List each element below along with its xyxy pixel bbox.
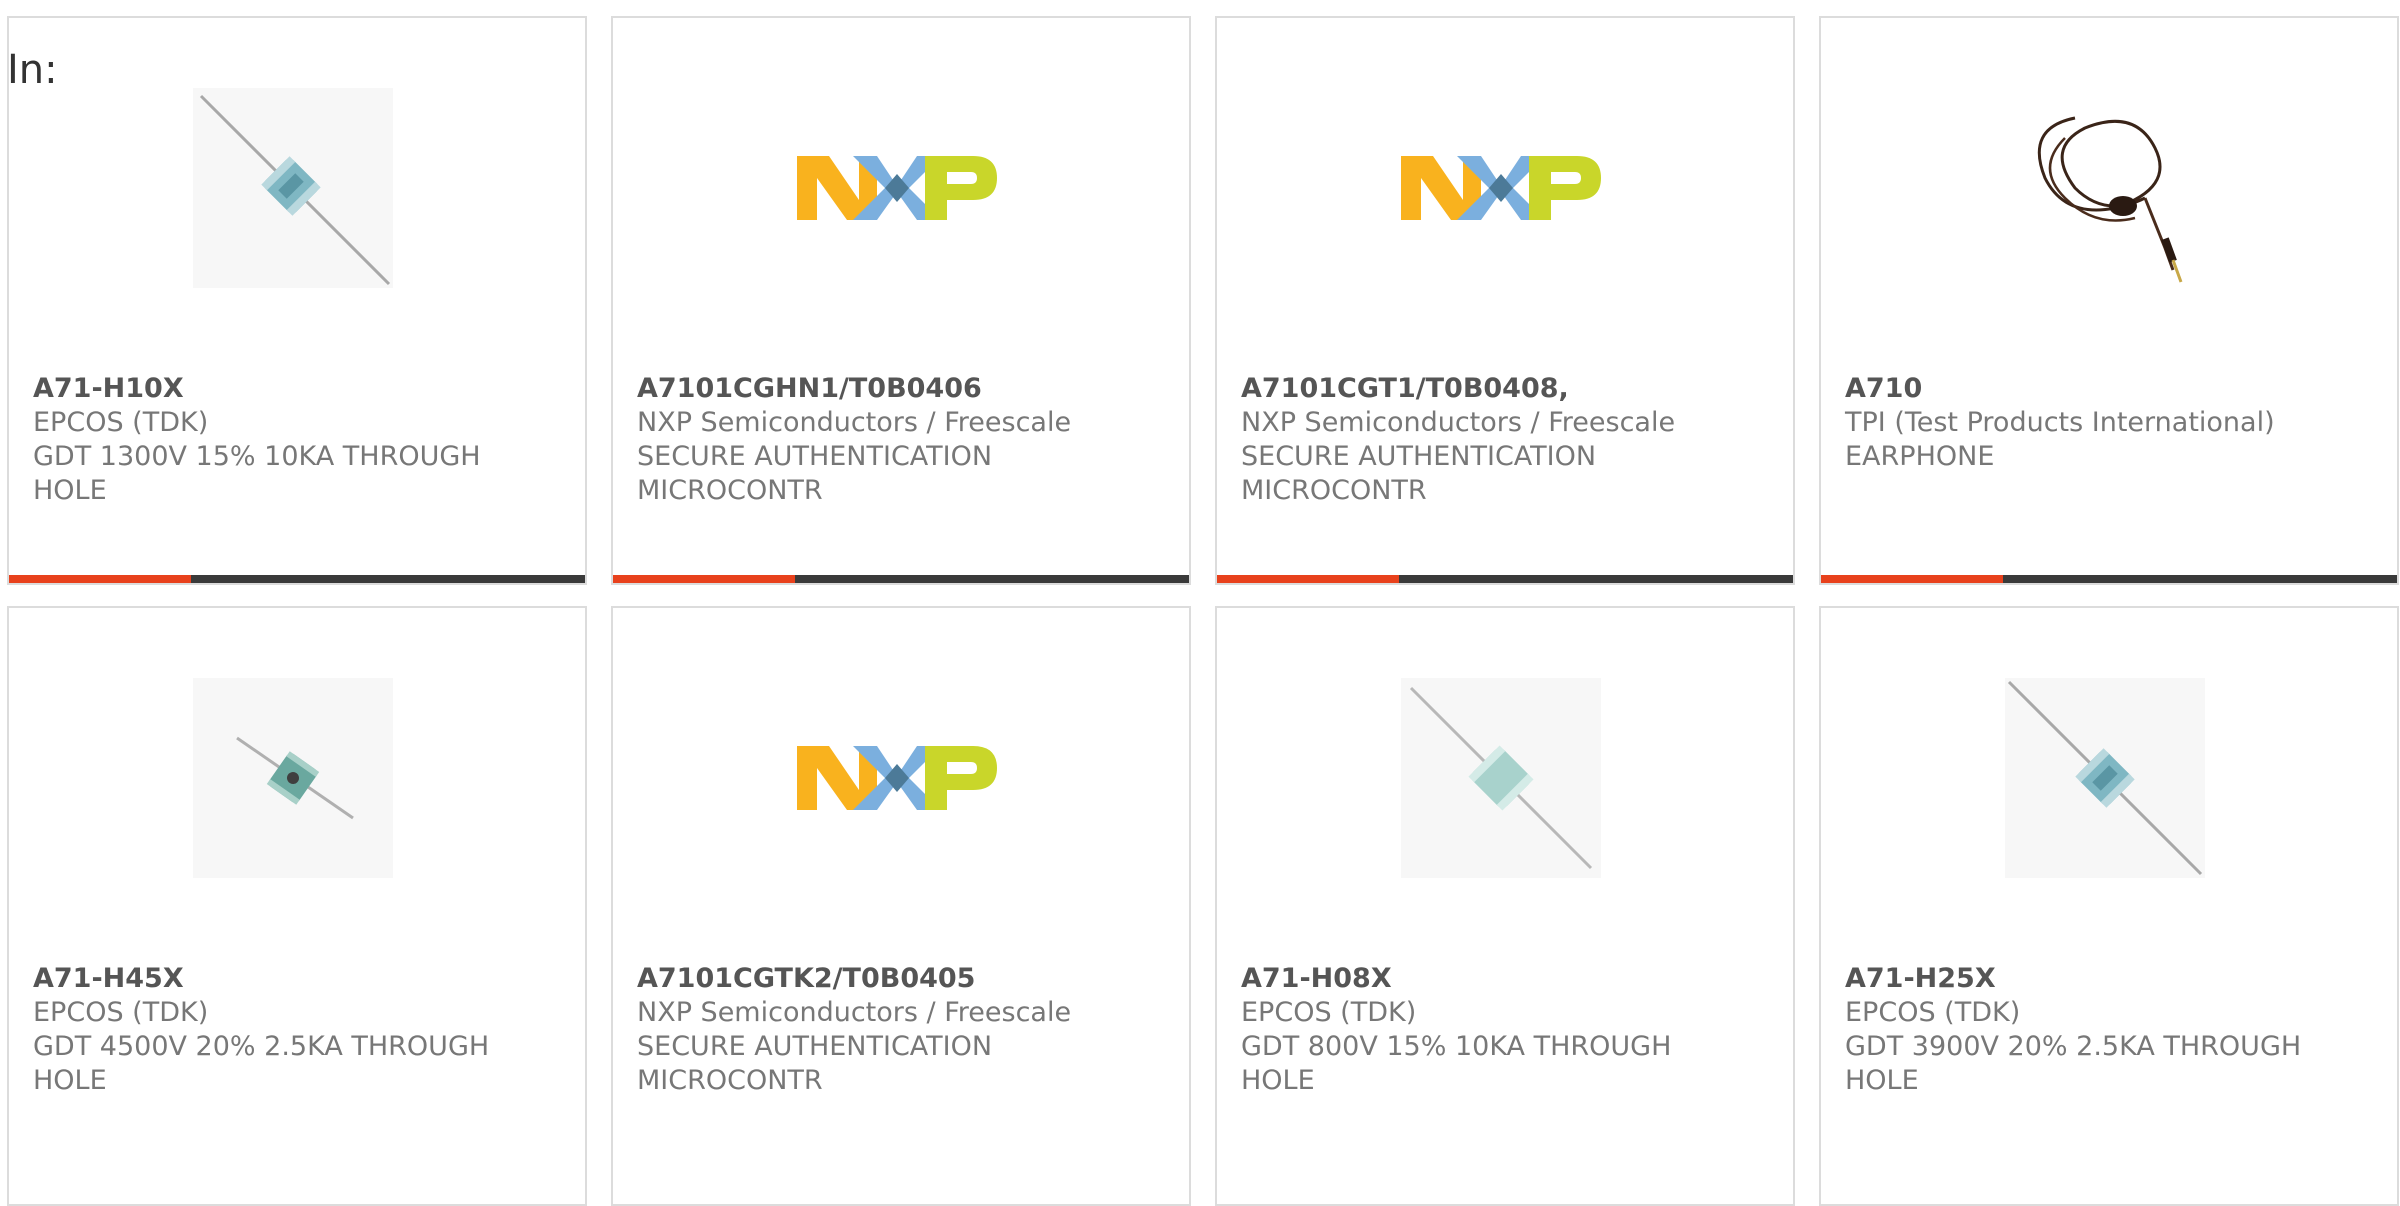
part-number[interactable]: A71-H25X — [1845, 962, 2305, 996]
manufacturer: NXP Semiconductors / Freescale — [637, 997, 1072, 1028]
nxp-logo-image — [797, 88, 997, 288]
manufacturer: NXP Semiconductors / Freescale — [1241, 407, 1676, 438]
filter-label: In: — [7, 47, 58, 93]
product-info: A71-H25X EPCOS (TDK) GDT 3900V 20% 2.5KA… — [1845, 962, 2305, 1098]
product-card[interactable]: A7101CGT1/T0B0408, NXP Semiconductors / … — [1215, 16, 1795, 585]
product-info: A71-H08X EPCOS (TDK) GDT 800V 15% 10KA T… — [1241, 962, 1701, 1098]
description: GDT 800V 15% 10KA THROUGH HOLE — [1241, 1031, 1672, 1096]
card-footer-bar — [613, 575, 1189, 583]
part-number[interactable]: A710 — [1845, 372, 2305, 406]
gas-discharge-tube-image — [193, 678, 393, 878]
card-footer-accent — [613, 575, 795, 583]
card-footer-accent — [1821, 575, 2003, 583]
description: GDT 1300V 15% 10KA THROUGH HOLE — [33, 441, 481, 506]
part-number[interactable]: A71-H08X — [1241, 962, 1701, 996]
part-number[interactable]: A7101CGHN1/T0B0406 — [637, 372, 1097, 406]
part-number[interactable]: A7101CGT1/T0B0408, — [1241, 372, 1701, 406]
description: GDT 4500V 20% 2.5KA THROUGH HOLE — [33, 1031, 490, 1096]
manufacturer: TPI (Test Products International) — [1845, 407, 2275, 438]
description: SECURE AUTHENTICATION MICROCONTR — [637, 1031, 993, 1096]
product-info: A7101CGT1/T0B0408, NXP Semiconductors / … — [1241, 372, 1701, 508]
manufacturer: NXP Semiconductors / Freescale — [637, 407, 1072, 438]
card-footer-accent — [9, 575, 191, 583]
description: SECURE AUTHENTICATION MICROCONTR — [637, 441, 993, 506]
product-card[interactable]: A71-H25X EPCOS (TDK) GDT 3900V 20% 2.5KA… — [1819, 606, 2399, 1206]
earphone-image — [2005, 88, 2205, 288]
card-footer-accent — [1217, 575, 1399, 583]
card-footer-bar — [1217, 575, 1793, 583]
nxp-logo-image — [797, 678, 997, 878]
gas-discharge-tube-image — [193, 88, 393, 288]
product-card[interactable]: A71-H08X EPCOS (TDK) GDT 800V 15% 10KA T… — [1215, 606, 1795, 1206]
description: GDT 3900V 20% 2.5KA THROUGH HOLE — [1845, 1031, 2302, 1096]
product-card[interactable]: A7101CGTK2/T0B0405 NXP Semiconductors / … — [611, 606, 1191, 1206]
product-card[interactable]: A71-H45X EPCOS (TDK) GDT 4500V 20% 2.5KA… — [7, 606, 587, 1206]
product-info: A710 TPI (Test Products International) E… — [1845, 372, 2305, 474]
product-card[interactable]: A7101CGHN1/T0B0406 NXP Semiconductors / … — [611, 16, 1191, 585]
manufacturer: EPCOS (TDK) — [1241, 997, 1417, 1028]
manufacturer: EPCOS (TDK) — [33, 997, 209, 1028]
product-info: A7101CGTK2/T0B0405 NXP Semiconductors / … — [637, 962, 1097, 1098]
product-info: A71-H45X EPCOS (TDK) GDT 4500V 20% 2.5KA… — [33, 962, 493, 1098]
manufacturer: EPCOS (TDK) — [33, 407, 209, 438]
manufacturer: EPCOS (TDK) — [1845, 997, 2021, 1028]
product-grid: A71-H10X EPCOS (TDK) GDT 1300V 15% 10KA … — [0, 0, 2400, 1206]
part-number[interactable]: A7101CGTK2/T0B0405 — [637, 962, 1097, 996]
description: EARPHONE — [1845, 441, 1995, 472]
product-card[interactable]: A710 TPI (Test Products International) E… — [1819, 16, 2399, 585]
card-footer-bar — [9, 575, 585, 583]
gas-discharge-tube-image — [2005, 678, 2205, 878]
card-footer-bar — [1821, 575, 2397, 583]
part-number[interactable]: A71-H45X — [33, 962, 493, 996]
product-info: A7101CGHN1/T0B0406 NXP Semiconductors / … — [637, 372, 1097, 508]
gas-discharge-tube-image — [1401, 678, 1601, 878]
nxp-logo-image — [1401, 88, 1601, 288]
product-card[interactable]: A71-H10X EPCOS (TDK) GDT 1300V 15% 10KA … — [7, 16, 587, 585]
part-number[interactable]: A71-H10X — [33, 372, 493, 406]
description: SECURE AUTHENTICATION MICROCONTR — [1241, 441, 1597, 506]
product-info: A71-H10X EPCOS (TDK) GDT 1300V 15% 10KA … — [33, 372, 493, 508]
